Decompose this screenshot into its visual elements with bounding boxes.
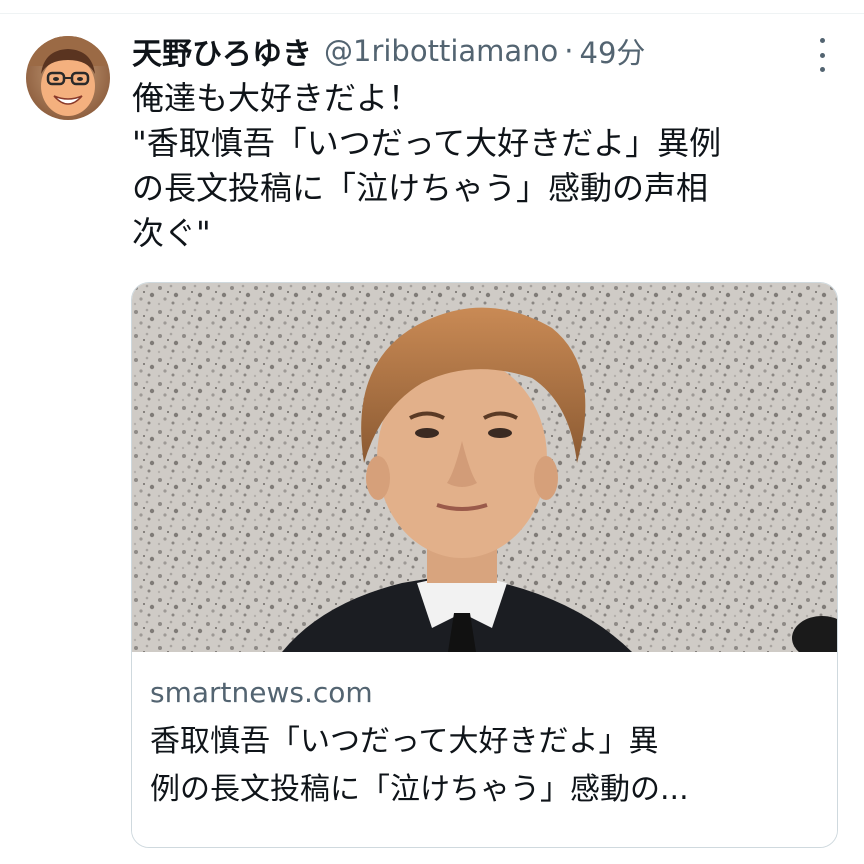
tweet-text-line: 次ぐ" [132, 214, 211, 252]
avatar[interactable] [26, 36, 110, 120]
link-card[interactable]: smartnews.com 香取慎吾「いつだって大好きだよ」異 例の長文投稿に「… [131, 282, 838, 848]
timestamp[interactable]: 49分 [580, 30, 646, 72]
card-meta: smartnews.com 香取慎吾「いつだって大好きだよ」異 例の長文投稿に「… [132, 652, 837, 847]
card-title-line: 香取慎吾「いつだって大好きだよ」異 [150, 724, 659, 759]
card-title: 香取慎吾「いつだって大好きだよ」異 例の長文投稿に「泣けちゃう」感動の... [150, 718, 820, 814]
tweet-text-line: 俺達も大好きだよ！ [132, 79, 421, 117]
display-name[interactable]: 天野ひろゆき [132, 29, 312, 73]
tweet-text-line: "香取慎吾「いつだって大好きだよ」異例 [132, 124, 722, 162]
user-handle[interactable]: @1ribottiamano [324, 34, 558, 68]
more-vertical-icon[interactable] [816, 38, 828, 72]
tweet-text: 俺達も大好きだよ！ "香取慎吾「いつだって大好きだよ」異例 の長文投稿に「泣けち… [132, 76, 832, 256]
card-domain: smartnews.com [150, 676, 373, 709]
card-title-line: 例の長文投稿に「泣けちゃう」感動の... [150, 772, 689, 807]
tweet-text-line: の長文投稿に「泣けちゃう」感動の声相 [132, 169, 709, 207]
card-image[interactable] [132, 283, 837, 652]
tweet-header: 天野ひろゆき @1ribottiamano · 49分 [132, 28, 645, 74]
tweet[interactable]: 天野ひろゆき @1ribottiamano · 49分 俺達も大好きだよ！ "香… [0, 0, 864, 864]
separator: · [564, 34, 574, 68]
